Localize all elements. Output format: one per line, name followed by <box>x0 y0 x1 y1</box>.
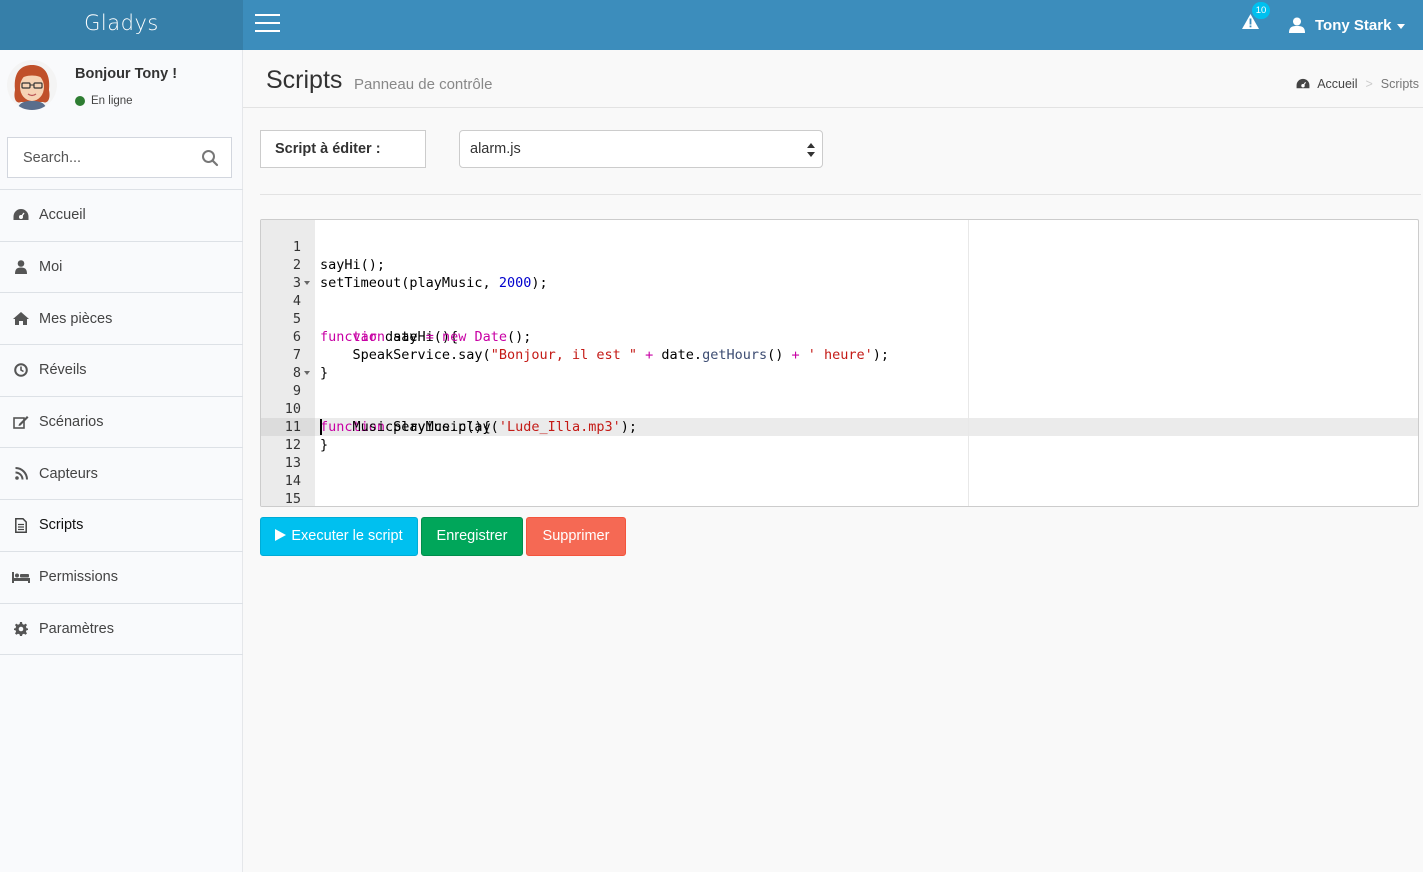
code-line: 11 } <box>261 400 1418 453</box>
fold-arrow-icon[interactable] <box>304 281 310 285</box>
search-icon[interactable] <box>201 149 219 167</box>
code-line: 9 function playMusic(){ <box>261 364 1418 435</box>
sidebar: Bonjour Tony ! En ligne Accueil Moi <box>0 50 243 872</box>
sidebar-item-label: Permissions <box>39 569 118 586</box>
script-select-label: Script à éditer : <box>260 130 426 168</box>
breadcrumb-home-label: Accueil <box>1317 77 1358 91</box>
content-header: Scripts Panneau de contrôle Accueil > Sc… <box>243 50 1423 108</box>
select-arrows-icon <box>807 143 815 157</box>
app-logo[interactable]: Gladys <box>0 0 243 50</box>
breadcrumb-home-link[interactable]: Accueil <box>1296 77 1357 91</box>
sidebar-item-reveils[interactable]: Réveils <box>0 345 243 397</box>
status-label: En ligne <box>91 95 133 107</box>
user-menu[interactable]: Tony Stark <box>1289 0 1406 50</box>
sidebar-item-label: Réveils <box>39 362 87 379</box>
rss-icon <box>12 466 30 482</box>
dashboard-icon <box>1296 78 1310 89</box>
save-button[interactable]: Enregistrer <box>421 517 523 556</box>
user-greeting: Bonjour Tony ! <box>75 66 178 82</box>
search-input[interactable] <box>8 138 193 177</box>
dashboard-icon <box>12 207 30 223</box>
code-line: 4 function sayHi(){ <box>261 274 1418 345</box>
text-cursor <box>320 419 322 435</box>
run-script-label: Executer le script <box>291 528 403 544</box>
sidebar-search <box>7 137 232 178</box>
code-line: 2 setTimeout(playMusic, 2000); <box>261 238 1418 291</box>
main-content: Script à éditer : alarm.js 1 sayHi(); 2 … <box>243 108 1423 872</box>
code-line: 10 MusicService.play('Lude_Illa.mp3'); <box>261 382 1418 435</box>
run-script-button[interactable]: Executer le script <box>260 517 418 556</box>
sidebar-item-parametres[interactable]: Paramètres <box>0 604 243 656</box>
page-title: Scripts <box>266 66 343 94</box>
notification-count-badge: 10 <box>1252 2 1270 19</box>
code-line: 6 SpeakService.say("Bonjour, il est " + … <box>261 310 1418 363</box>
code-line: 7 } <box>261 328 1418 381</box>
sidebar-menu: Accueil Moi Mes pièces Réveils Scénarios <box>0 189 243 656</box>
breadcrumb-current: Scripts <box>1380 77 1419 91</box>
sidebar-item-label: Capteurs <box>39 465 98 482</box>
sidebar-item-capteurs[interactable]: Capteurs <box>0 448 243 501</box>
sidebar-item-label: Paramètres <box>39 620 114 637</box>
page-subtitle: Panneau de contrôle <box>354 76 493 93</box>
sidebar-item-scripts[interactable]: Scripts <box>0 500 243 552</box>
code-line: 15 <box>261 472 1418 506</box>
delete-button[interactable]: Supprimer <box>526 517 626 556</box>
code-line: 3 <box>261 256 1418 291</box>
gear-icon <box>12 621 30 637</box>
user-icon <box>1289 17 1305 33</box>
chevron-down-icon <box>1397 23 1406 29</box>
code-line: 5 var date = new Date(); <box>261 292 1418 345</box>
user-status: En ligne <box>75 95 133 107</box>
save-label: Enregistrer <box>436 528 508 544</box>
user-panel: Bonjour Tony ! En ligne <box>0 50 242 126</box>
edit-icon <box>12 414 30 430</box>
delete-label: Supprimer <box>542 528 610 544</box>
sidebar-item-mes-pieces[interactable]: Mes pièces <box>0 293 243 346</box>
avatar <box>7 60 57 110</box>
script-select-value: alarm.js <box>470 141 521 157</box>
sidebar-item-label: Accueil <box>39 207 86 224</box>
sidebar-item-accueil[interactable]: Accueil <box>0 190 243 242</box>
bed-icon <box>12 569 30 585</box>
sidebar-item-label: Scripts <box>39 517 84 534</box>
sidebar-item-label: Mes pièces <box>39 310 113 327</box>
online-status-icon <box>75 96 85 106</box>
code-editor[interactable]: 1 sayHi(); 2 setTimeout(playMusic, 2000)… <box>260 219 1419 507</box>
code-line-active: 12 <box>261 418 1418 453</box>
user-icon <box>12 259 30 275</box>
file-text-icon <box>12 517 30 533</box>
sidebar-item-scenarios[interactable]: Scénarios <box>0 397 243 449</box>
divider <box>260 194 1421 195</box>
user-name: Tony Stark <box>1315 16 1392 34</box>
home-icon <box>12 311 30 327</box>
sidebar-item-permissions[interactable]: Permissions <box>0 552 243 604</box>
top-navbar: 10 Tony Stark <box>243 0 1423 50</box>
breadcrumb-separator: > <box>1365 77 1373 91</box>
notifications-button[interactable]: 10 <box>1238 2 1270 40</box>
fold-arrow-icon[interactable] <box>304 371 310 375</box>
sidebar-item-label: Scénarios <box>39 414 104 431</box>
sidebar-toggle-icon[interactable] <box>255 14 281 36</box>
code-line: 16 <box>261 490 1418 506</box>
code-line: 8 <box>261 346 1418 381</box>
code-line: 14 <box>261 454 1418 489</box>
play-icon <box>275 529 287 541</box>
clock-icon <box>12 362 30 378</box>
script-select[interactable]: alarm.js <box>459 130 823 168</box>
code-line: 13 <box>261 436 1418 471</box>
sidebar-item-label: Moi <box>39 259 63 276</box>
breadcrumb: Accueil > Scripts <box>1296 77 1419 91</box>
sidebar-item-moi[interactable]: Moi <box>0 242 243 294</box>
code-line: 1 sayHi(); <box>261 220 1418 273</box>
